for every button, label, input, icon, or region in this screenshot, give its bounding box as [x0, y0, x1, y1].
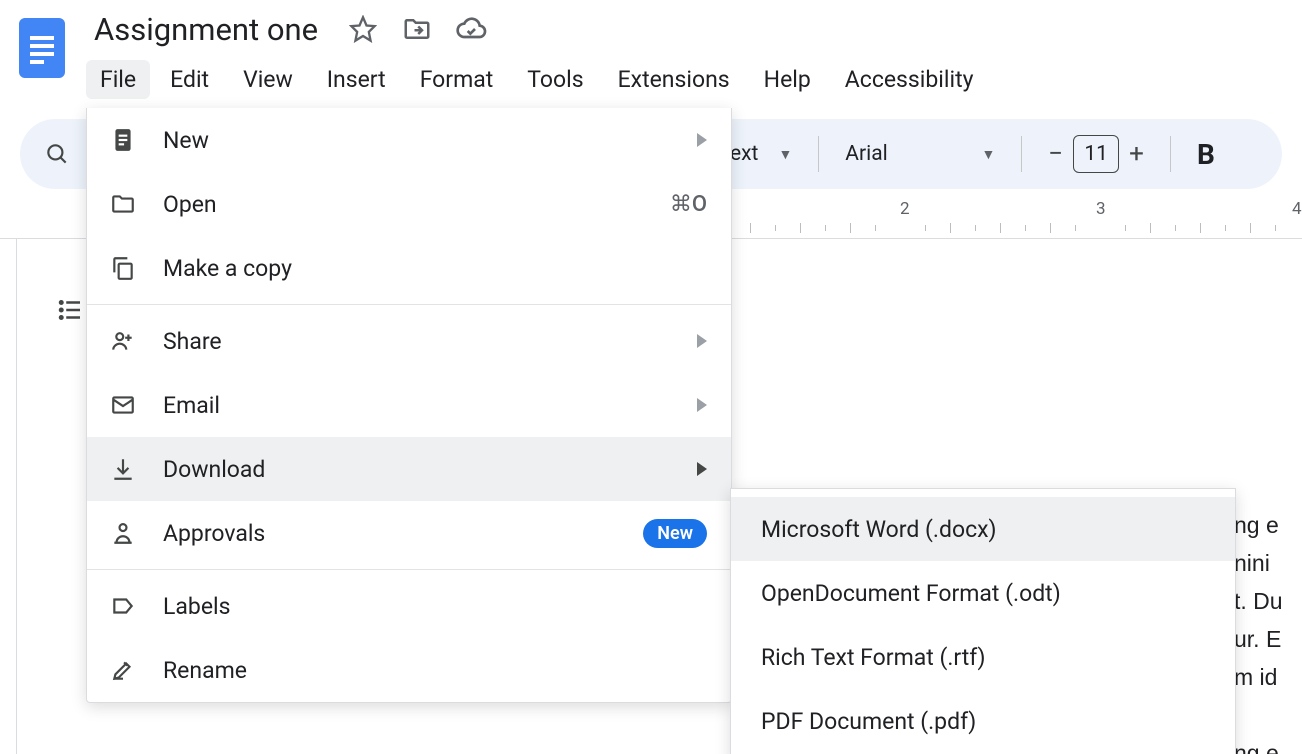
- cloud-saved-icon[interactable]: [454, 12, 488, 46]
- move-to-folder-icon[interactable]: [400, 12, 434, 46]
- menu-item-share[interactable]: Share: [87, 309, 731, 373]
- approvals-icon: [109, 519, 137, 547]
- file-menu-dropdown: New Open ⌘O Make a copy Share: [86, 108, 732, 703]
- menu-extensions[interactable]: Extensions: [604, 60, 744, 99]
- menu-item-label: Share: [163, 328, 671, 355]
- menu-item-label: Labels: [163, 593, 707, 620]
- outline-toggle-icon[interactable]: [49, 289, 91, 331]
- menu-tools[interactable]: Tools: [513, 60, 597, 99]
- menu-edit[interactable]: Edit: [156, 60, 223, 99]
- submenu-arrow-icon: [697, 462, 707, 476]
- download-rtf[interactable]: Rich Text Format (.rtf): [731, 625, 1235, 689]
- search-icon[interactable]: [40, 141, 76, 167]
- font-size-controls: − 11 +: [1042, 135, 1150, 173]
- increase-font-size-button[interactable]: +: [1129, 139, 1144, 169]
- paragraph-style-selector[interactable]: ext ▼: [724, 142, 798, 166]
- keyboard-shortcut: ⌘O: [670, 192, 707, 217]
- email-icon: [109, 391, 137, 419]
- menu-item-label: Download: [163, 456, 671, 483]
- menubar: File Edit View Insert Format Tools Exten…: [86, 60, 1288, 99]
- download-pdf[interactable]: PDF Document (.pdf): [731, 689, 1235, 753]
- rename-icon: [109, 656, 137, 684]
- menu-item-rename[interactable]: Rename: [87, 638, 731, 702]
- chevron-down-icon: ▼: [981, 146, 995, 163]
- download-docx[interactable]: Microsoft Word (.docx): [731, 497, 1235, 561]
- menu-item-label: Approvals: [163, 520, 617, 547]
- menu-insert[interactable]: Insert: [313, 60, 400, 99]
- title-row: Assignment one: [86, 8, 1288, 50]
- submenu-arrow-icon: [697, 133, 707, 147]
- star-icon[interactable]: [346, 12, 380, 46]
- menu-item-label: New: [163, 127, 671, 154]
- chevron-down-icon: ▼: [778, 146, 792, 163]
- menu-item-approvals[interactable]: Approvals New: [87, 501, 731, 565]
- menu-item-label: Make a copy: [163, 255, 707, 282]
- docs-app-icon[interactable]: [14, 12, 70, 84]
- new-file-icon: [109, 126, 137, 154]
- menu-file[interactable]: File: [86, 60, 150, 99]
- menu-help[interactable]: Help: [750, 60, 825, 99]
- header-main: Assignment one: [86, 8, 1288, 99]
- copy-icon: [109, 254, 137, 282]
- download-odt[interactable]: OpenDocument Format (.odt): [731, 561, 1235, 625]
- menu-item-label: Open: [163, 191, 644, 218]
- menu-item-open[interactable]: Open ⌘O: [87, 172, 731, 236]
- submenu-arrow-icon: [697, 398, 707, 412]
- menu-item-label: Rename: [163, 657, 707, 684]
- document-title[interactable]: Assignment one: [86, 7, 326, 52]
- folder-icon: [109, 190, 137, 218]
- ruler-mark-4: 4: [1292, 199, 1302, 219]
- menu-format[interactable]: Format: [406, 60, 508, 99]
- app-root: Assignment one: [0, 0, 1302, 754]
- new-badge: New: [643, 519, 707, 548]
- menu-view[interactable]: View: [229, 60, 307, 99]
- menu-item-new[interactable]: New: [87, 108, 731, 172]
- font-selector[interactable]: Arial ▼: [839, 142, 1001, 166]
- submenu-arrow-icon: [697, 334, 707, 348]
- menu-item-make-a-copy[interactable]: Make a copy: [87, 236, 731, 300]
- style-name: ext: [730, 142, 758, 166]
- font-size-input[interactable]: 11: [1073, 135, 1119, 173]
- download-submenu: Microsoft Word (.docx) OpenDocument Form…: [730, 488, 1236, 754]
- ruler-mark-3: 3: [1096, 199, 1106, 219]
- share-icon: [109, 327, 137, 355]
- menu-accessibility[interactable]: Accessibility: [831, 60, 988, 99]
- menu-item-labels[interactable]: Labels: [87, 574, 731, 638]
- download-icon: [109, 455, 137, 483]
- menu-item-download[interactable]: Download: [87, 437, 731, 501]
- header: Assignment one: [0, 0, 1302, 99]
- bold-button[interactable]: B: [1191, 138, 1221, 171]
- ruler-mark-2: 2: [900, 199, 910, 219]
- document-text-fragment: ng e nini t. Du ur. E m id ng e: [1234, 469, 1302, 754]
- menu-item-email[interactable]: Email: [87, 373, 731, 437]
- labels-icon: [109, 592, 137, 620]
- font-name: Arial: [845, 142, 887, 166]
- menu-item-label: Email: [163, 392, 671, 419]
- decrease-font-size-button[interactable]: −: [1048, 139, 1063, 169]
